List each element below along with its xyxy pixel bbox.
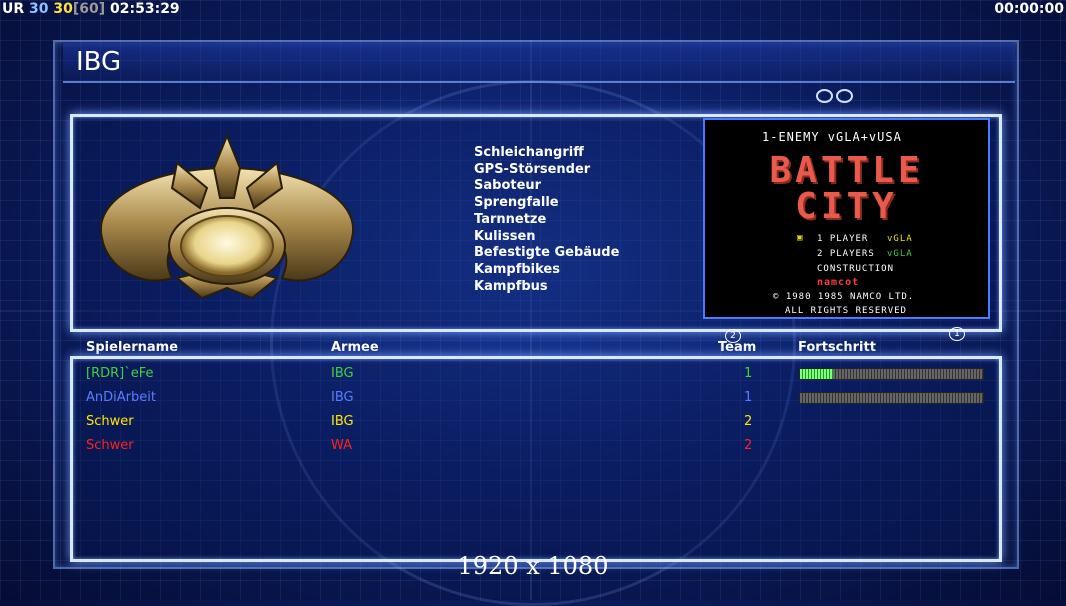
player-team: 2 bbox=[744, 438, 753, 453]
power-item: Kampfbikes bbox=[474, 261, 560, 277]
map-option-3: CONSTRUCTION bbox=[817, 264, 895, 274]
player-army: IBG bbox=[331, 366, 354, 381]
progress-bar bbox=[799, 368, 984, 380]
progress-bar bbox=[799, 392, 984, 404]
player-team: 2 bbox=[744, 414, 753, 429]
map-brand: namcot bbox=[817, 277, 860, 288]
table-row: Schwer IBG 2 bbox=[86, 414, 986, 434]
powers-list: Schleichangriff GPS-Störsender Saboteur … bbox=[474, 145, 619, 295]
map-option-1-tag: vGLA bbox=[887, 234, 913, 244]
table-row: AnDiArbeit IBG 1 bbox=[86, 390, 986, 410]
power-item: Saboteur bbox=[474, 178, 542, 194]
power-item: Kulissen bbox=[474, 228, 536, 244]
column-header-army: Armee bbox=[331, 340, 379, 355]
hud-fps-b: 30 bbox=[53, 1, 73, 17]
tank-cursor-icon: ▣ bbox=[797, 233, 804, 243]
player-name: AnDiArbeit bbox=[86, 390, 156, 405]
player-name: Schwer bbox=[86, 414, 134, 429]
players-panel bbox=[70, 356, 1002, 562]
map-rights: ALL RIGHTS RESERVED bbox=[785, 306, 907, 316]
map-preview: 1-ENEMY vGLA+vUSA BATTLE CITY ▣ 1 PLAYER… bbox=[703, 118, 990, 319]
hud-fps-limit: [60] bbox=[72, 1, 106, 17]
map-header: 1-ENEMY vGLA+vUSA bbox=[762, 130, 902, 144]
table-row: [RDR]`eFe IBG 1 bbox=[86, 366, 986, 386]
map-copyright: © 1980 1985 NAMCO LTD. bbox=[773, 292, 915, 302]
resolution-label: 1920 x 1080 bbox=[457, 552, 609, 580]
power-item: Sprengfalle bbox=[474, 195, 559, 211]
player-name: [RDR]`eFe bbox=[86, 366, 154, 381]
map-option-1: 1 PLAYER bbox=[817, 234, 869, 244]
player-team: 1 bbox=[744, 366, 753, 381]
map-title-line1: BATTLE bbox=[769, 150, 924, 191]
progress-bar-fill bbox=[800, 369, 833, 379]
hud-fps-a: 30 bbox=[29, 1, 49, 17]
player-army: IBG bbox=[331, 414, 354, 429]
column-header-progress: Fortschritt bbox=[798, 340, 876, 355]
ring-dots-icon bbox=[816, 88, 856, 107]
player-army: IBG bbox=[331, 390, 354, 405]
faction-emblem-icon bbox=[99, 133, 355, 300]
power-item: Kampfbus bbox=[474, 278, 548, 294]
title-bar bbox=[63, 43, 1015, 83]
start-marker-1: 1 bbox=[949, 327, 965, 341]
player-army: WA bbox=[331, 438, 353, 453]
power-item: Befestigte Gebäude bbox=[474, 245, 620, 261]
power-item: Schleichangriff bbox=[474, 145, 584, 160]
power-item: GPS-Störsender bbox=[474, 161, 591, 177]
hud-time-right: 00:00:00 bbox=[994, 1, 1064, 17]
hud-time-left: 02:53:29 bbox=[110, 1, 180, 17]
hud-stats: UR 30 30[60] 02:53:29 bbox=[2, 1, 180, 17]
player-team: 1 bbox=[744, 390, 753, 405]
column-header-name: Spielername bbox=[86, 340, 179, 355]
table-row: Schwer WA 2 bbox=[86, 438, 986, 458]
map-option-2: 2 PLAYERS bbox=[817, 249, 875, 259]
column-header-team: Team bbox=[718, 340, 757, 355]
hud-prefix: UR bbox=[2, 1, 25, 17]
power-item: Tarnnetze bbox=[474, 211, 547, 227]
map-title-line2: CITY bbox=[795, 186, 898, 227]
map-option-2-tag: vGLA bbox=[887, 249, 913, 259]
page-title: IBG bbox=[76, 47, 122, 77]
player-name: Schwer bbox=[86, 438, 134, 453]
